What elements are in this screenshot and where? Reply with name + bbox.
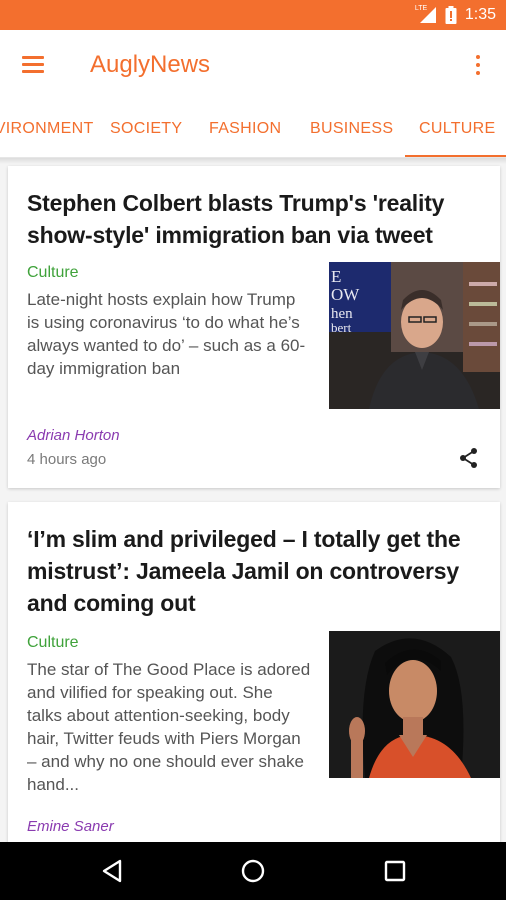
- app-bar: AuglyNews: [0, 30, 506, 100]
- signal-icon: LTE: [415, 5, 437, 24]
- share-icon[interactable]: [458, 447, 480, 469]
- status-icons: LTE 1:35: [415, 5, 496, 25]
- article-headline[interactable]: ‘I’m slim and privileged – I totally get…: [27, 523, 477, 619]
- article-category: Culture: [27, 634, 79, 651]
- back-icon[interactable]: [98, 856, 128, 886]
- app-title: AuglyNews: [90, 51, 211, 78]
- article-author[interactable]: Emine Saner: [27, 818, 114, 835]
- status-bar: LTE 1:35: [0, 0, 506, 30]
- recents-icon[interactable]: [380, 856, 410, 886]
- article-excerpt: The star of The Good Place is adored and…: [27, 660, 311, 794]
- status-time: 1:35: [464, 6, 496, 23]
- article-card[interactable]: ‘I’m slim and privileged – I totally get…: [8, 502, 500, 862]
- article-thumbnail[interactable]: [329, 631, 500, 778]
- svg-text:E: E: [331, 267, 341, 286]
- category-tabs: ENVIRONMENT SOCIETY FASHION BUSINESS CUL…: [0, 100, 506, 158]
- tab-culture[interactable]: CULTURE: [419, 120, 495, 138]
- home-icon[interactable]: [238, 856, 268, 886]
- article-time: 4 hours ago: [27, 451, 107, 468]
- tab-environment[interactable]: ENVIRONMENT: [0, 120, 94, 138]
- battery-icon: [445, 6, 457, 24]
- article-thumbnail[interactable]: E OW hen bert: [329, 262, 500, 409]
- tabs-shadow: [0, 158, 506, 164]
- tab-business[interactable]: BUSINESS: [310, 120, 393, 138]
- more-vert-icon[interactable]: [468, 52, 488, 78]
- tab-society[interactable]: SOCIETY: [110, 120, 182, 138]
- article-category: Culture: [27, 264, 79, 281]
- article-headline[interactable]: Stephen Colbert blasts Trump's 'reality …: [27, 187, 467, 251]
- hamburger-menu-icon[interactable]: [20, 53, 48, 77]
- article-card[interactable]: Stephen Colbert blasts Trump's 'reality …: [8, 166, 500, 488]
- svg-text:OW: OW: [331, 285, 360, 304]
- svg-text:bert: bert: [331, 320, 352, 335]
- article-excerpt: Late-night hosts explain how Trump is us…: [27, 290, 306, 378]
- tab-fashion[interactable]: FASHION: [209, 120, 281, 138]
- navigation-bar: [0, 842, 506, 900]
- article-author[interactable]: Adrian Horton: [27, 427, 120, 444]
